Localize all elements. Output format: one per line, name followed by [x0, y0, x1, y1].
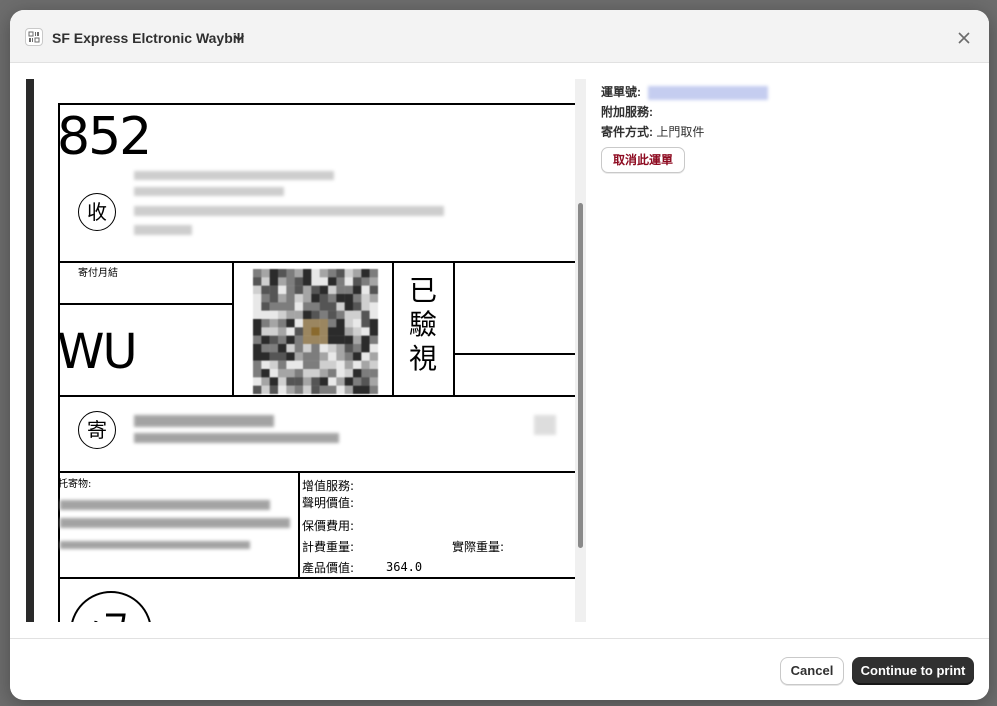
recipient-address-redacted — [134, 225, 192, 235]
contents-label: 托寄物: — [58, 479, 92, 490]
tracking-number-redacted[interactable] — [648, 85, 769, 100]
route-code-bottom: WU — [57, 324, 138, 380]
waybill-divider — [232, 261, 234, 397]
waybill-viewer[interactable]: 852 收 寄付月結 WU 已驗視 寄 托寄物: 增值服務: 聲明價值: 保價費… — [26, 79, 586, 622]
waybill-divider — [58, 471, 577, 473]
waybill-divider — [58, 303, 233, 305]
chevron-down-icon[interactable] — [233, 34, 245, 42]
close-icon[interactable] — [954, 28, 974, 48]
contents-redacted — [60, 518, 290, 528]
waybill-divider — [454, 353, 577, 355]
product-value: 364.0 — [386, 560, 423, 574]
tracking-label: 運單號: — [601, 85, 641, 99]
modal-footer: Cancel Continue to print — [10, 638, 989, 700]
additional-services-row: 附加服務: — [601, 103, 653, 120]
recipient-mark: 收 — [78, 193, 116, 231]
sender-mark: 寄 — [78, 411, 116, 449]
cancel-waybill-button[interactable]: 取消此運單 — [601, 147, 685, 173]
recipient-name-redacted — [134, 171, 334, 180]
recipient-phone-redacted — [134, 187, 284, 196]
barcode-icon — [25, 28, 43, 46]
contents-redacted — [60, 500, 270, 510]
additional-services-label: 附加服務: — [601, 105, 653, 119]
qr-code — [253, 269, 378, 394]
verified-stamp: 已驗視 — [408, 274, 437, 375]
declared-value-label: 聲明價值: — [302, 496, 355, 510]
recipient-address-redacted — [134, 206, 444, 216]
sender-name-redacted — [134, 415, 274, 427]
contents-redacted — [60, 541, 250, 549]
waybill-divider — [298, 471, 300, 579]
waybill-document: 852 收 寄付月結 WU 已驗視 寄 托寄物: 增值服務: 聲明價值: 保價費… — [34, 79, 577, 622]
waybill-divider — [58, 577, 577, 579]
waybill-divider — [58, 261, 577, 263]
pickup-method-value: 上門取件 — [656, 125, 705, 139]
sender-extra-redacted — [534, 415, 556, 435]
sf-logo-icon — [70, 591, 152, 622]
actual-weight-label: 實際重量: — [452, 540, 505, 554]
continue-to-print-button[interactable]: Continue to print — [852, 657, 974, 685]
pickup-method-label: 寄件方式: — [601, 125, 653, 139]
payment-label: 寄付月結 — [78, 268, 118, 279]
billable-weight-label: 計費重量: — [302, 540, 355, 554]
insurance-fee-label: 保價費用: — [302, 519, 355, 533]
viewer-scrollbar-thumb[interactable] — [578, 203, 583, 548]
modal-header: SF Express Elctronic Waybill — [10, 10, 989, 63]
pickup-method-row: 寄件方式: 上門取件 — [601, 123, 704, 140]
cancel-button[interactable]: Cancel — [780, 657, 844, 685]
waybill-divider — [58, 395, 577, 397]
tracking-row: 運單號: — [601, 83, 769, 100]
waybill-modal: SF Express Elctronic Waybill 852 收 寄付月結 … — [10, 10, 989, 700]
waybill-divider — [392, 261, 394, 397]
waybill-divider — [453, 261, 455, 397]
route-code-top: 852 — [57, 107, 152, 167]
value-added-services-label: 增值服務: — [302, 479, 355, 493]
modal-title[interactable]: SF Express Elctronic Waybill — [52, 30, 244, 46]
sender-address-redacted — [134, 433, 339, 443]
document-edge — [26, 79, 34, 622]
product-value-label: 產品價值: — [302, 561, 355, 575]
